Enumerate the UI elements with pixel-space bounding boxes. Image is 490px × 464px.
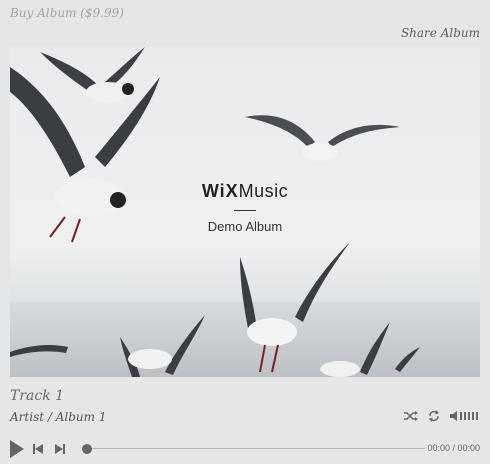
buy-album-link[interactable]: Buy Album ($9.99) <box>10 6 124 20</box>
progress-knob[interactable] <box>82 444 92 454</box>
album-cover: WiXMusic Demo Album <box>10 47 480 377</box>
share-album-link[interactable]: Share Album <box>401 26 480 40</box>
logo-music: Music <box>238 181 289 201</box>
volume-icon[interactable] <box>450 410 480 422</box>
play-icon <box>10 440 24 458</box>
play-button[interactable] <box>10 440 24 458</box>
shuffle-icon[interactable] <box>404 410 418 422</box>
progress-track <box>83 448 425 449</box>
player-controls: 00:00 / 00:00 <box>10 440 480 458</box>
brand-divider <box>234 210 256 211</box>
playback-options <box>404 410 480 422</box>
next-button[interactable] <box>55 444 65 454</box>
album-title: Demo Album <box>207 219 283 234</box>
progress-bar[interactable] <box>82 444 425 454</box>
logo-wix: WiX <box>201 181 239 201</box>
time-display: 00:00 / 00:00 <box>427 443 480 453</box>
previous-button[interactable] <box>33 444 43 454</box>
repeat-icon[interactable] <box>428 410 440 422</box>
next-icon <box>55 444 63 454</box>
track-artist-album: Artist / Album 1 <box>10 410 107 424</box>
brand-block: WiXMusic Demo Album <box>10 181 480 234</box>
wix-music-logo: WiXMusic <box>10 181 480 202</box>
track-title: Track 1 <box>10 388 65 404</box>
previous-icon <box>35 444 43 454</box>
